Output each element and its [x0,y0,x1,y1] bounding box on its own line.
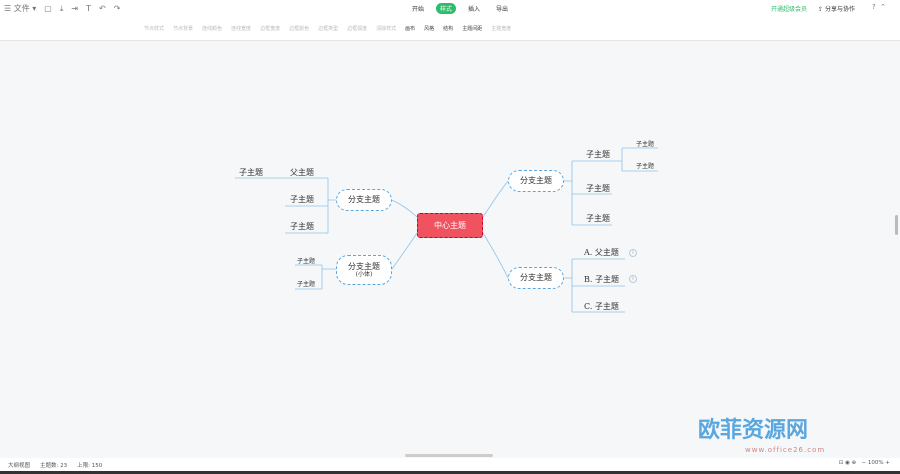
subtopic[interactable]: 子主题 [239,167,263,178]
tab-export[interactable]: 导出 [492,3,512,14]
share-label: 分享与协作 [824,6,855,13]
subtopic[interactable]: C. 子主题 [584,301,619,312]
watermark-logo: 欧菲资源网 [698,418,809,443]
theme-style-button[interactable]: 风格 [424,25,434,32]
branch-left-bottom[interactable]: 分支主题 (小体) [336,255,392,285]
topic-limit: 上限: 150 [77,462,103,469]
subtopic[interactable]: 子主题 [586,183,610,194]
save-icon[interactable]: ▢ [44,4,52,13]
horizontal-scrollbar[interactable] [405,454,493,457]
download-icon[interactable]: ⤓ [60,4,64,14]
vertical-scrollbar[interactable] [895,215,898,235]
subtopic[interactable]: B. 子主题 [584,274,619,285]
tab-style[interactable]: 样式 [436,3,457,14]
redo-icon[interactable]: ↷ [114,4,121,13]
branch-right-top[interactable]: 分支主题 [508,170,564,192]
undo-icon[interactable]: ↶ [99,4,106,13]
outline-view-button[interactable]: 大纲视图 [8,461,30,469]
branch-right-bottom[interactable]: 分支主题 [508,267,564,289]
zoom-controls: ⊡ ◉ ⊕ − 100% + [838,460,890,466]
node-bg-button[interactable]: 节点背景 [173,25,193,32]
subtopic[interactable]: 子主题 [290,194,314,205]
border-radius-button[interactable]: 边框弧度 [347,25,367,32]
structure-button[interactable]: 结构 [443,25,453,32]
subtopic[interactable]: A. 父主题 [584,247,619,258]
format-icon[interactable]: T [86,4,91,13]
line-color-button[interactable]: 连线颜色 [202,25,222,32]
connector-lines [235,147,658,313]
subtopic[interactable]: 子主题 [290,221,314,232]
zoom-in-button[interactable]: + [885,460,890,466]
note-icon[interactable]: i [629,249,637,257]
file-label: 文件 [13,4,30,13]
zoom-level: 100% [867,460,884,466]
topic-spacing-button[interactable]: 主题间距 [462,25,482,32]
watermark-url: www.office26.com [745,446,826,454]
border-width-button[interactable]: 边框宽度 [260,25,280,32]
file-menu[interactable]: ☰ 文件 ▾ [4,3,36,14]
help-button[interactable]: ? ⌃ [872,3,886,11]
line-width-button[interactable]: 连线宽度 [231,25,251,32]
topic-count: 主题数: 23 [40,462,68,469]
main-tabs: 开始 样式 插入 导出 [408,3,512,14]
status-bar: 大纲视图 主题数: 23 上限: 150 [0,458,900,471]
note-icon[interactable]: i [629,275,637,283]
subtopic[interactable]: 子主题 [586,213,610,224]
tab-insert[interactable]: 插入 [464,3,484,14]
subtopic[interactable]: 父主题 [290,167,314,178]
subtopic[interactable]: 子主题 [636,139,654,148]
border-color-button[interactable]: 边框颜色 [289,25,309,32]
mindmap-canvas[interactable]: 中心主题 分支主题 分支主题 分支主题 分支主题 (小体) 子主题 子主题 子主题… [0,41,900,454]
topic-width-button[interactable]: 主题宽度 [491,25,511,32]
zoom-out-button[interactable]: − [862,460,867,466]
center-topic[interactable]: 中心主题 [417,213,483,238]
style-toolbar: 节点样式 节点背景 连线颜色 连线宽度 边框宽度 边框颜色 边框类型 边框弧度 … [0,17,900,41]
branch-left-top[interactable]: 分支主题 [336,189,392,211]
tab-start[interactable]: 开始 [408,3,428,14]
node-style-button[interactable]: 节点样式 [144,25,164,32]
subtopic[interactable]: 子主题 [636,161,654,170]
subtopic[interactable]: 子主题 [586,149,610,160]
export-icon[interactable]: ⇥ [71,4,78,13]
subtopic[interactable]: 子主题 [297,279,315,288]
branch-label: 分支主题 [348,261,380,271]
vip-link[interactable]: 开通超级会员 [771,4,807,13]
border-type-button[interactable]: 边框类型 [318,25,338,32]
subtopic[interactable]: 子主题 [297,256,315,265]
help-label: ? [872,3,876,11]
branch-sublabel: (小体) [355,271,373,279]
canvas-button[interactable]: 画布 [405,25,415,32]
share-button[interactable]: ⇪ 分享与协作 [818,4,855,13]
clear-style-button[interactable]: 清除样式 [376,25,396,32]
